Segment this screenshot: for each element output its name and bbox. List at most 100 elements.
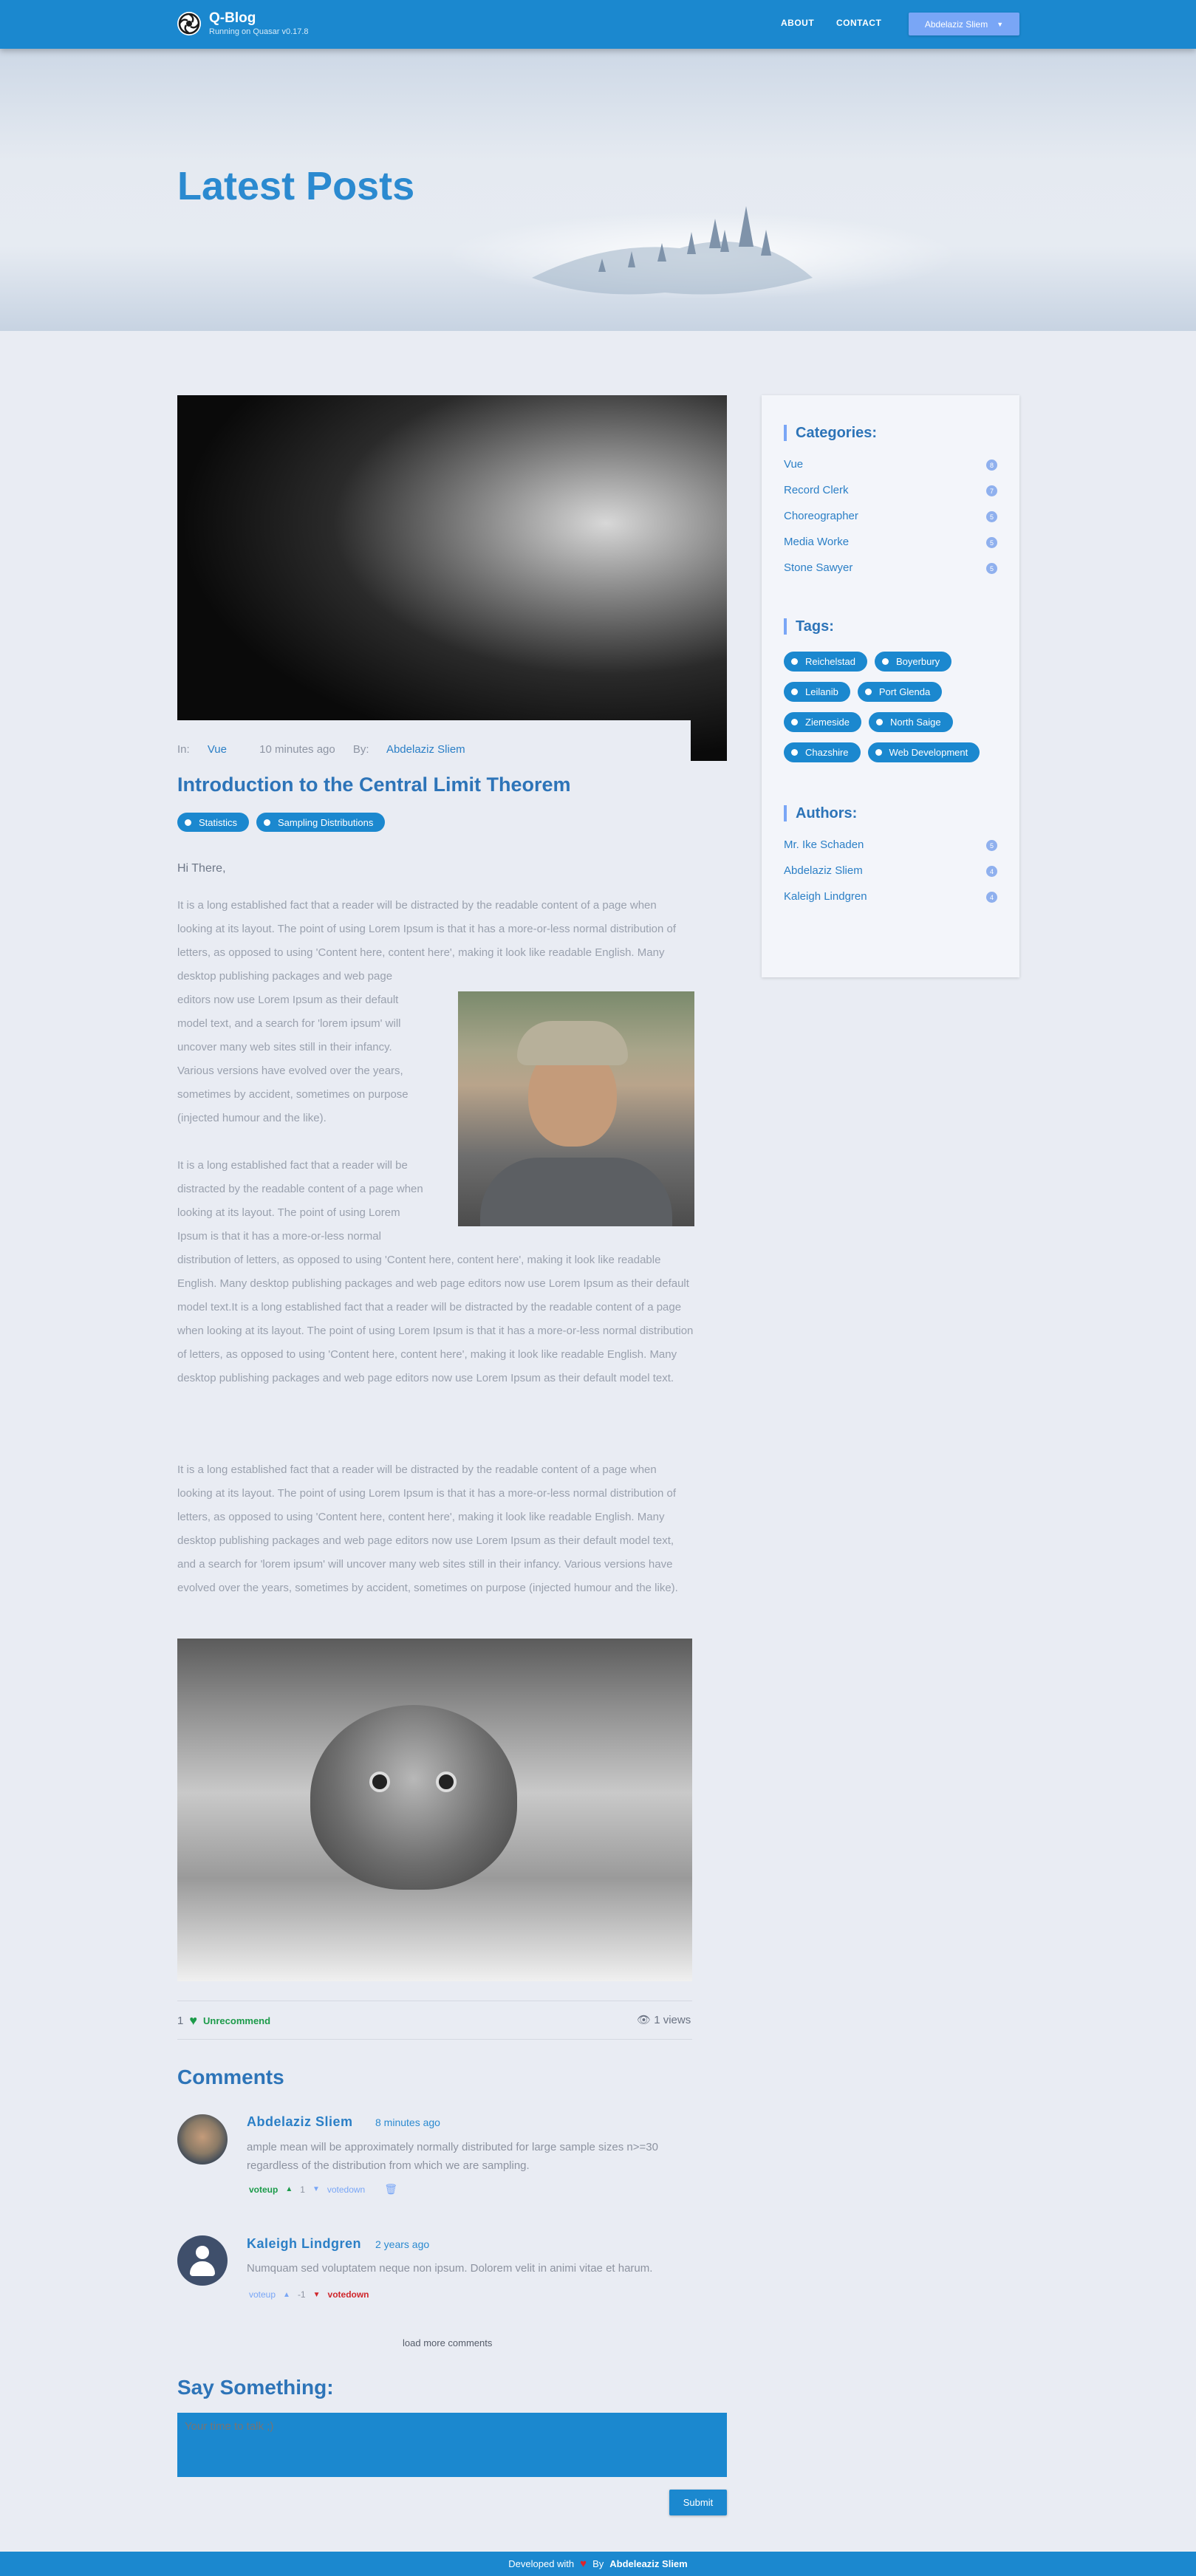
comment-text: Numquam sed voluptatem neque non ipsum. …: [247, 2262, 653, 2275]
comment-votes: voteup ▲ 1 ▼ votedown 🗑: [249, 2183, 397, 2196]
quasar-logo-icon[interactable]: [177, 12, 201, 35]
chip-dot-icon: [791, 689, 798, 695]
count-badge: 5: [986, 563, 997, 574]
post-tag-chip[interactable]: Sampling Distributions: [256, 813, 386, 832]
chip-dot-icon: [864, 689, 872, 695]
post-paragraph-2: It is a long established fact that a rea…: [177, 1154, 694, 1390]
voteup-button[interactable]: voteup: [249, 2184, 278, 2195]
brand-title[interactable]: Q-Blog: [209, 10, 256, 27]
sidebar-category[interactable]: Stone Sawyer 5: [784, 561, 997, 574]
post-greeting: Hi There,: [177, 862, 226, 875]
vote-count: -1: [297, 2289, 306, 2300]
post-tag-chip[interactable]: Statistics: [177, 813, 250, 832]
comment-time: 2 years ago: [375, 2238, 430, 2250]
hero-title: Latest Posts: [177, 164, 415, 208]
post-cover-kitten-image: [177, 395, 727, 761]
sidebar-tags: Reichelstad Boyerbury Leilanib Port Glen…: [784, 652, 1005, 762]
sidebar-category[interactable]: Choreographer 5: [784, 510, 997, 522]
sidebar-category[interactable]: Vue 8: [784, 458, 997, 471]
footer-developed-with: Developed with: [508, 2558, 575, 2569]
user-menu-button[interactable]: Abdelaziz Sliem ▼: [909, 13, 1019, 35]
post-tags: Statistics Sampling Distributions: [177, 813, 386, 832]
chip-dot-icon: [791, 658, 798, 665]
sidebar-tag-chip[interactable]: Chazshire: [784, 742, 861, 762]
forest-island-image: [532, 206, 813, 295]
sidebar-author[interactable]: Abdelaziz Sliem 4: [784, 864, 997, 877]
chip-dot-icon: [875, 749, 882, 756]
arrow-up-icon[interactable]: ▲: [285, 2185, 293, 2193]
sidebar-tag-chip[interactable]: North Saige: [868, 712, 953, 732]
categories-heading: Categories:: [784, 425, 877, 441]
heart-icon: ♥: [580, 2558, 587, 2570]
trash-icon[interactable]: 🗑: [384, 2183, 397, 2196]
post-author-link[interactable]: Abdelaziz Sliem: [386, 743, 465, 756]
sidebar-tag-chip[interactable]: Port Glenda: [857, 682, 943, 702]
say-something-heading: Say Something:: [177, 2376, 334, 2399]
caret-down-icon: ▼: [997, 20, 1004, 28]
comment-author[interactable]: Abdelaziz Sliem: [247, 2114, 353, 2130]
eye-icon: 👁: [637, 2014, 652, 2026]
chip-dot-icon: [185, 819, 191, 826]
load-more-comments-button[interactable]: load more comments: [403, 2337, 492, 2348]
likes-count: 1: [177, 2015, 184, 2027]
tags-heading: Tags:: [784, 618, 834, 635]
paragraph-3-text: It is a long established fact that a rea…: [177, 1463, 678, 1594]
post-title[interactable]: Introduction to the Central Limit Theore…: [177, 773, 571, 796]
chip-dot-icon: [881, 658, 889, 665]
sidebar-tag-chip[interactable]: Boyerbury: [874, 652, 952, 672]
sidebar: Categories: Vue 8 Record Clerk 7 Choreogra…: [762, 395, 1019, 977]
sidebar-category[interactable]: Media Worke 5: [784, 536, 997, 548]
avatar[interactable]: [177, 2114, 228, 2165]
count-badge: 8: [986, 459, 997, 471]
count-badge: 5: [986, 511, 997, 522]
nav-about-link[interactable]: ABOUT: [781, 18, 814, 28]
nav-contact-link[interactable]: CONTACT: [836, 18, 881, 28]
sidebar-tag-chip[interactable]: Leilanib: [784, 682, 850, 702]
count-badge: 4: [986, 892, 997, 903]
comment-text: ample mean will be approximately normall…: [247, 2141, 658, 2172]
comment-input[interactable]: [177, 2413, 727, 2477]
footer-author[interactable]: Abdeleaziz Sliem: [609, 2558, 687, 2569]
top-navbar: Q-Blog Running on Quasar v0.17.8 ABOUT C…: [0, 0, 1196, 49]
sidebar-tag-chip[interactable]: Ziemeside: [784, 712, 861, 732]
recommend-bar: 1 ♥ Unrecommend: [177, 2013, 270, 2029]
sidebar-tag-chip[interactable]: Reichelstad: [784, 652, 867, 672]
arrow-up-icon[interactable]: ▲: [283, 2291, 290, 2299]
chip-dot-icon: [264, 819, 271, 826]
authors-heading: Authors:: [784, 805, 857, 821]
vote-count: 1: [300, 2184, 305, 2195]
sidebar-author[interactable]: Mr. Ike Schaden 5: [784, 838, 997, 851]
votedown-button[interactable]: votedown: [327, 2184, 365, 2195]
user-menu-label: Abdelaziz Sliem: [924, 18, 988, 30]
avatar[interactable]: [177, 2235, 228, 2286]
post-cat-under-rug-image: [177, 1639, 692, 1981]
arrow-down-icon[interactable]: ▼: [312, 2185, 320, 2193]
arrow-down-icon[interactable]: ▼: [313, 2291, 321, 2299]
heart-icon[interactable]: ♥: [189, 2013, 197, 2029]
hero-banner: Latest Posts: [0, 49, 1196, 331]
count-badge: 5: [986, 537, 997, 548]
post-category-link[interactable]: Vue: [208, 743, 227, 756]
footer: Developed with ♥ By Abdeleaziz Sliem: [0, 2552, 1196, 2576]
comment-author[interactable]: Kaleigh Lindgren: [247, 2236, 361, 2252]
unrecommend-button[interactable]: Unrecommend: [203, 2015, 270, 2026]
comments-heading: Comments: [177, 2066, 284, 2088]
meta-in-label: In:: [177, 743, 190, 756]
votedown-button[interactable]: votedown: [328, 2289, 369, 2300]
meta-by-label: By:: [352, 743, 369, 756]
chip-dot-icon: [791, 719, 798, 725]
sidebar-tag-chip[interactable]: Web Development: [867, 742, 980, 762]
chip-dot-icon: [875, 719, 883, 725]
post-paragraph-3: It is a long established fact that a rea…: [177, 1458, 694, 1600]
person-icon: [196, 2246, 209, 2259]
comment-votes: voteup ▲ -1 ▼ votedown: [249, 2289, 369, 2300]
count-badge: 4: [986, 866, 997, 877]
sidebar-author[interactable]: Kaleigh Lindgren 4: [784, 890, 997, 903]
sidebar-category[interactable]: Record Clerk 7: [784, 484, 997, 496]
footer-by-label: By: [592, 2558, 604, 2569]
comment-time: 8 minutes ago: [375, 2117, 440, 2128]
chip-dot-icon: [791, 749, 798, 756]
submit-button[interactable]: Submit: [669, 2490, 727, 2515]
brand-subtitle: Running on Quasar v0.17.8: [209, 27, 309, 36]
voteup-button[interactable]: voteup: [249, 2289, 276, 2300]
